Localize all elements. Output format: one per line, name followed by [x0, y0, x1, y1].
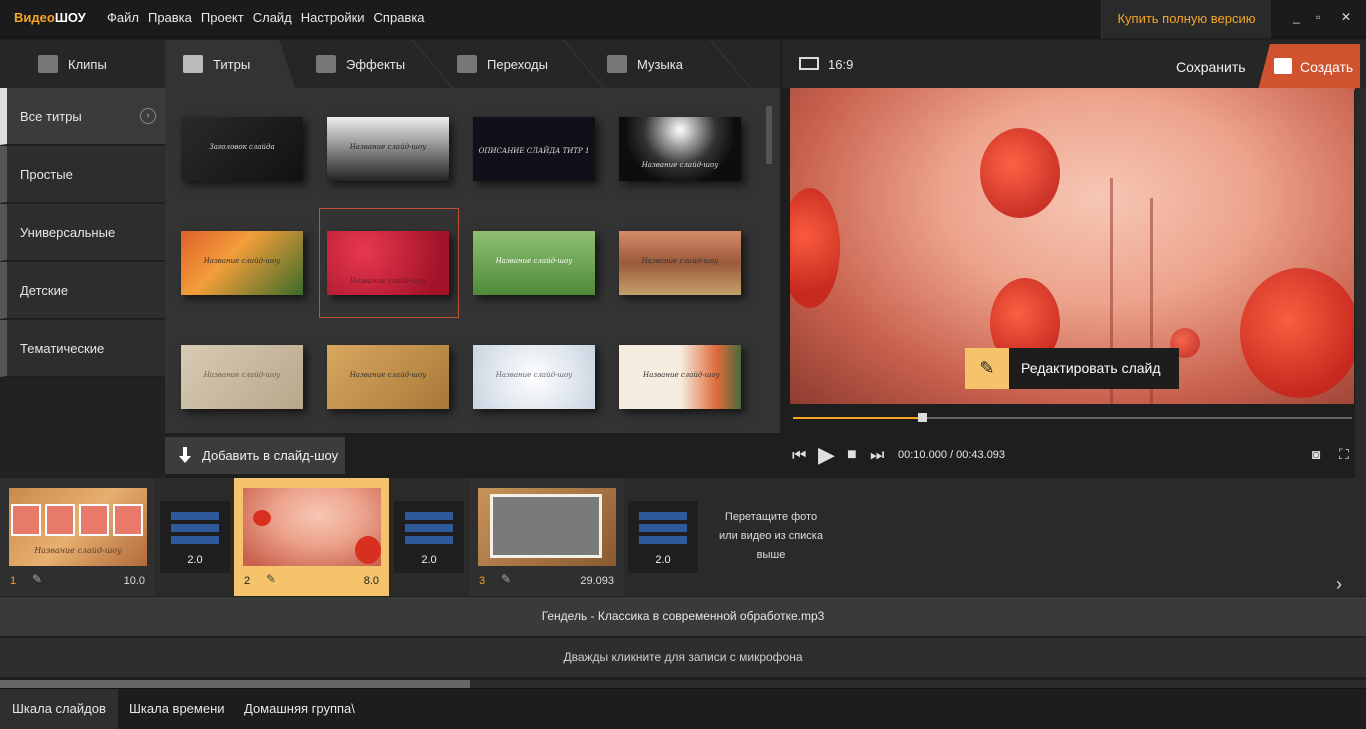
transition-icon: [639, 512, 687, 550]
category-kids[interactable]: Детские: [0, 262, 165, 319]
transition-icon: [405, 512, 453, 550]
title-thumbnail[interactable]: Название слайд-шоу: [619, 231, 741, 295]
tab-effects[interactable]: Эффекты: [316, 40, 405, 88]
seek-handle[interactable]: [917, 413, 927, 422]
tab-divider: [709, 40, 752, 88]
title-thumbnail[interactable]: Название слайд-шоу: [619, 117, 741, 181]
edit-slide-button[interactable]: ✎ Редактировать слайд: [965, 348, 1179, 389]
skip-forward-icon[interactable]: ⏭: [870, 447, 884, 465]
transition-icon: [171, 512, 219, 550]
menu-file[interactable]: Файл: [107, 10, 139, 25]
chevron-right-icon: ›: [140, 108, 156, 124]
title-thumbnail[interactable]: Название слайд-шоу: [473, 345, 595, 409]
timeline-slide[interactable]: Название слайд-шоу 1 ✎ 10.0: [0, 478, 155, 596]
transitions-icon: [457, 55, 477, 73]
fullscreen-icon[interactable]: ⛶: [1339, 446, 1349, 463]
menu-settings[interactable]: Настройки: [301, 10, 365, 25]
monitor-icon[interactable]: [799, 57, 819, 70]
pencil-icon[interactable]: ✎: [266, 572, 276, 586]
skip-back-icon[interactable]: ⏮: [792, 447, 806, 465]
tab-transitions[interactable]: Переходы: [457, 40, 548, 88]
timeline-slide[interactable]: 2 ✎ 8.0: [234, 478, 389, 596]
title-thumbnail[interactable]: Название слайд-шоу: [619, 345, 741, 409]
grid-scrollbar[interactable]: [764, 94, 774, 424]
tab-divider: [411, 40, 454, 88]
stop-icon[interactable]: ■: [847, 446, 857, 464]
timeline-scrollbar-thumb[interactable]: [0, 680, 470, 688]
tab-slide-scale[interactable]: Шкала слайдов: [0, 689, 118, 729]
menu-slide[interactable]: Слайд: [253, 10, 292, 25]
slide-thumbnail: [478, 488, 616, 566]
title-thumbnail[interactable]: Название слайд-шоу: [181, 231, 303, 295]
menu-bar: Файл Правка Проект Слайд Настройки Справ…: [107, 10, 434, 25]
play-icon[interactable]: ▶: [818, 442, 835, 468]
tab-clips[interactable]: Клипы: [38, 40, 107, 88]
bottom-tabs: Шкала слайдов Шкала времени Домашняя гру…: [0, 688, 1366, 729]
slide-thumbnail: [243, 488, 381, 566]
drop-hint: Перетащите фото или видео из списка выше: [719, 511, 823, 561]
poppy-flower: [1240, 268, 1354, 398]
menu-project[interactable]: Проект: [201, 10, 244, 25]
tab-home-group[interactable]: Домашняя группа\: [232, 689, 367, 729]
title-thumbnail[interactable]: ОПИСАНИЕ СЛАЙДА ТИТР 1: [473, 117, 595, 181]
poppy-flower: [980, 128, 1060, 218]
pencil-icon: ✎: [965, 348, 1009, 389]
chevron-right-icon[interactable]: ›: [1336, 574, 1342, 595]
title-categories: Все титры › Простые Универсальные Детски…: [0, 88, 165, 478]
minimize-icon[interactable]: _: [1293, 10, 1300, 24]
title-thumbnail[interactable]: Название слайд-шоу: [327, 231, 449, 295]
titles-icon: [183, 55, 203, 73]
camera-icon: [1274, 58, 1292, 74]
seek-progress: [793, 417, 922, 419]
aspect-ratio[interactable]: 16:9: [828, 57, 853, 72]
timeline-transition[interactable]: 2.0: [628, 501, 698, 573]
library-tabs: Клипы Титры Эффекты Переходы Музыка: [0, 40, 780, 88]
microphone-track[interactable]: Дважды кликните для записи с микрофона: [0, 638, 1366, 677]
music-track[interactable]: Гендель - Классика в современной обработ…: [0, 597, 1366, 636]
add-to-slideshow-button[interactable]: Добавить в слайд-шоу: [165, 437, 345, 474]
time-readout: 00:10.000 / 00:43.093: [898, 449, 1006, 461]
clips-icon: [38, 55, 58, 73]
category-thematic[interactable]: Тематические: [0, 320, 165, 377]
title-thumbnail[interactable]: Название слайд-шоу: [473, 231, 595, 295]
category-simple[interactable]: Простые: [0, 146, 165, 203]
category-universal[interactable]: Универсальные: [0, 204, 165, 261]
menu-help[interactable]: Справка: [374, 10, 425, 25]
title-thumbnail[interactable]: Название слайд-шоу: [327, 345, 449, 409]
title-thumbnail[interactable]: Название слайд-шоу: [181, 345, 303, 409]
effects-icon: [316, 55, 336, 73]
timeline-transition[interactable]: 2.0: [394, 501, 464, 573]
buy-full-version-button[interactable]: Купить полную версию: [1101, 0, 1271, 38]
pencil-icon[interactable]: ✎: [501, 572, 511, 586]
poppy-flower: [790, 188, 840, 308]
maximize-icon[interactable]: ▫: [1316, 10, 1320, 24]
timeline-scrollbar[interactable]: [0, 680, 1366, 688]
title-thumbnail[interactable]: Заголовок слайда: [181, 117, 303, 181]
tab-titles[interactable]: Титры: [165, 40, 295, 88]
app-logo: ВидеоШОУ: [14, 10, 86, 25]
arrow-down-icon: [179, 447, 191, 463]
seek-bar[interactable]: [793, 413, 1352, 422]
close-icon[interactable]: ✕: [1341, 10, 1351, 24]
tab-divider: [562, 40, 605, 88]
create-button[interactable]: Создать: [1258, 44, 1360, 90]
timeline-slide[interactable]: 3 ✎ 29.093: [469, 478, 624, 596]
pencil-icon[interactable]: ✎: [32, 572, 42, 586]
grid-scrollbar-thumb[interactable]: [766, 106, 772, 164]
save-button[interactable]: Сохранить: [1176, 59, 1246, 75]
snapshot-icon[interactable]: ◙: [1312, 446, 1320, 462]
title-thumbnail[interactable]: Название слайд-шоу: [327, 117, 449, 181]
timeline-transition[interactable]: 2.0: [160, 501, 230, 573]
tab-time-scale[interactable]: Шкала времени: [117, 689, 237, 729]
menu-edit[interactable]: Правка: [148, 10, 192, 25]
preview-scrollbar[interactable]: [1355, 88, 1366, 478]
music-icon: [607, 55, 627, 73]
tab-music[interactable]: Музыка: [607, 40, 683, 88]
title-bar: ВидеоШОУ Файл Правка Проект Слайд Настро…: [0, 0, 1366, 38]
category-all[interactable]: Все титры ›: [0, 88, 165, 145]
slide-thumbnail: Название слайд-шоу: [9, 488, 147, 566]
